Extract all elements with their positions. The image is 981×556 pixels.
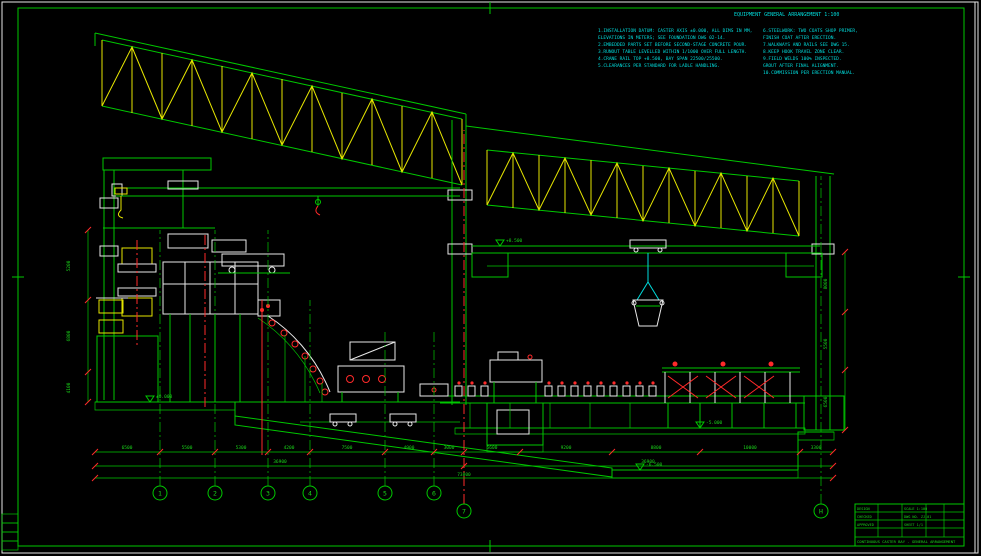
axis-bubble-label: 5	[383, 490, 387, 498]
revision-strip	[2, 514, 18, 550]
level-text: +8.500	[506, 238, 523, 244]
dim-total-text: 73800	[457, 472, 471, 478]
truss-web-verticals	[102, 40, 462, 185]
crane-right-bay	[472, 240, 822, 326]
crane-hook-icon	[316, 196, 321, 215]
axis-bubble-label: 3	[266, 490, 270, 498]
hanging-ladle	[632, 253, 664, 326]
axis-bubble-label: 6	[432, 490, 436, 498]
dim-text: 3000	[444, 445, 455, 451]
dim-text: 4100	[66, 382, 72, 393]
note-line: 6.STEELWORK: TWO COATS SHOP PRIMER,	[763, 28, 858, 34]
dim-text: 36900	[273, 459, 287, 465]
title-block-cell: APPROVED	[857, 523, 874, 527]
dim-text: 3300	[811, 445, 822, 451]
dimension-chains: 6500 5500 5300 4200 7500 4900 3000 5600 …	[66, 227, 848, 481]
dim-text: 4200	[284, 445, 295, 451]
note-line: 9.FIELD WELDS 100% INSPECTED.	[763, 56, 842, 62]
cooling-bed	[662, 362, 800, 429]
axis-bubble-label: 1	[158, 490, 162, 498]
general-notes: EQUIPMENT GENERAL ARRANGEMENT 1:100 1.IN…	[598, 12, 858, 76]
dim-text: 4900	[404, 445, 415, 451]
title-block-cell: DESIGN	[857, 507, 870, 511]
caster-platform	[163, 234, 258, 410]
shear-unit	[490, 352, 542, 403]
note-line: 1.INSTALLATION DATUM: CASTER AXIS ±0.000…	[598, 28, 752, 34]
note-line: FINISH COAT AFTER ERECTION.	[763, 35, 836, 41]
dim-text: 5300	[236, 445, 247, 451]
dim-text: 6500	[122, 445, 133, 451]
title-block: DESIGN CHECKED APPROVED SCALE 1:100 DWG …	[855, 504, 964, 546]
dim-text: 5600	[487, 445, 498, 451]
runout-roller-table	[420, 381, 805, 428]
dim-text: 8800	[651, 445, 662, 451]
dim-text: 6800	[66, 330, 72, 341]
dim-text: 10000	[743, 445, 757, 451]
note-line: GROUT AFTER FINAL ALIGNMENT.	[763, 63, 839, 69]
dim-text: 9200	[561, 445, 572, 451]
note-line: 5.CLEARANCES PER STANDARD FOR LADLE HAND…	[598, 63, 720, 69]
note-line: 4.CRANE RAIL TOP +8.500, BAY SPAN 22500/…	[598, 56, 723, 62]
title-block-title: CONTINUOUS CASTER BAY - GENERAL ARRANGEM…	[857, 539, 956, 544]
axis-bubble-label: 4	[308, 490, 312, 498]
axis-bubble-label: 2	[213, 490, 217, 498]
note-line: 10.COMMISSION PER ERECTION MANUAL.	[763, 70, 855, 76]
title-block-cell: CHECKED	[857, 515, 872, 519]
roof-truss-left-bay	[95, 33, 466, 185]
level-text: ±0.000	[156, 394, 173, 400]
axis-bubble-label: H	[819, 508, 823, 516]
dim-text: 8000	[823, 278, 829, 289]
cad-drawing-canvas: 6500 5500 5300 4200 7500 4900 3000 5600 …	[0, 0, 981, 556]
dim-text: 5500	[182, 445, 193, 451]
aux-hook-icon	[115, 188, 127, 218]
level-text: -6.500	[646, 462, 663, 468]
roof-truss-right-bay	[466, 114, 834, 236]
dim-text: 6500	[823, 396, 829, 407]
dim-text: 5500	[823, 338, 829, 349]
crane-left-bay	[115, 181, 460, 218]
scale-pit	[487, 403, 543, 452]
drawing-top-label: EQUIPMENT GENERAL ARRANGEMENT 1:100	[734, 12, 839, 18]
axis-grid-bubbles: 1 2 3 4 5 6 7 H	[153, 486, 828, 518]
note-line: 3.RUNOUT TABLE LEVELLED WITHIN 1/1000 OV…	[598, 49, 747, 55]
title-block-cell: SCALE 1:100	[904, 507, 927, 511]
dim-text: 5200	[66, 260, 72, 271]
dim-text: 7500	[342, 445, 353, 451]
tundish-car	[218, 254, 290, 273]
title-block-cell: SHEET 1/1	[904, 523, 923, 527]
note-line: 8.KEEP HOOK TRAVEL ZONE CLEAR.	[763, 49, 844, 55]
mold-and-bow-segments	[258, 300, 330, 402]
note-line: 7.WALKWAYS AND RAILS SEE DWG 15.	[763, 42, 850, 48]
note-line: ELEVATIONS IN METERS; SEE FOUNDATION DWG…	[598, 35, 725, 41]
level-text: -5.000	[706, 420, 723, 426]
title-block-cell: DWG NO. ZJ-01	[904, 515, 931, 519]
note-line: 2.EMBEDDED PARTS SET BEFORE SECOND-STAGE…	[598, 42, 747, 48]
axis-bubble-label: 7	[462, 508, 466, 516]
transfer-cars	[300, 414, 460, 426]
